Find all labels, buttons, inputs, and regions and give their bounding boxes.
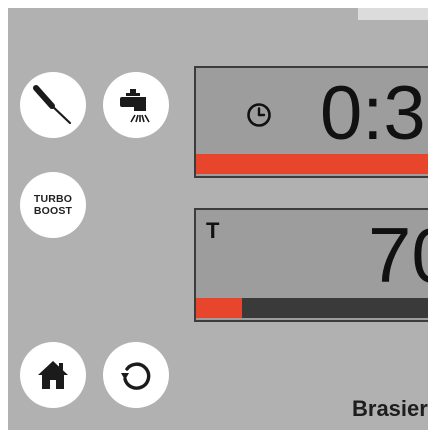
temperature-display: T 70 <box>194 208 428 322</box>
turbo-label-line2: BOOST <box>33 205 73 217</box>
temperature-progress-bar <box>196 298 428 318</box>
corner-tab <box>358 8 428 20</box>
timer-display: 0:30 <box>194 66 428 178</box>
brand-name: Brasier <box>352 396 428 421</box>
timer-progress-bar <box>196 154 428 174</box>
control-panel: TURBO BOOST 0:30 T 70 <box>8 8 428 430</box>
water-tap-spray-icon <box>116 85 156 125</box>
home-icon <box>36 358 70 392</box>
timer-progress-fill <box>196 154 428 174</box>
thermometer-probe-icon <box>30 82 76 128</box>
temperature-value: 70 <box>368 211 428 299</box>
temperature-progress-fill <box>196 298 243 318</box>
turbo-boost-button[interactable]: TURBO BOOST <box>20 172 86 238</box>
probe-button[interactable] <box>20 72 86 138</box>
reset-icon <box>118 357 154 393</box>
timer-value: 0:30 <box>320 71 428 156</box>
reset-button[interactable] <box>103 342 169 408</box>
clock-icon <box>246 102 272 133</box>
water-spray-button[interactable] <box>103 72 169 138</box>
home-button[interactable] <box>20 342 86 408</box>
temperature-label: T <box>206 218 220 243</box>
turbo-boost-label: TURBO BOOST <box>34 193 72 217</box>
turbo-label-line1: TURBO <box>33 193 73 205</box>
